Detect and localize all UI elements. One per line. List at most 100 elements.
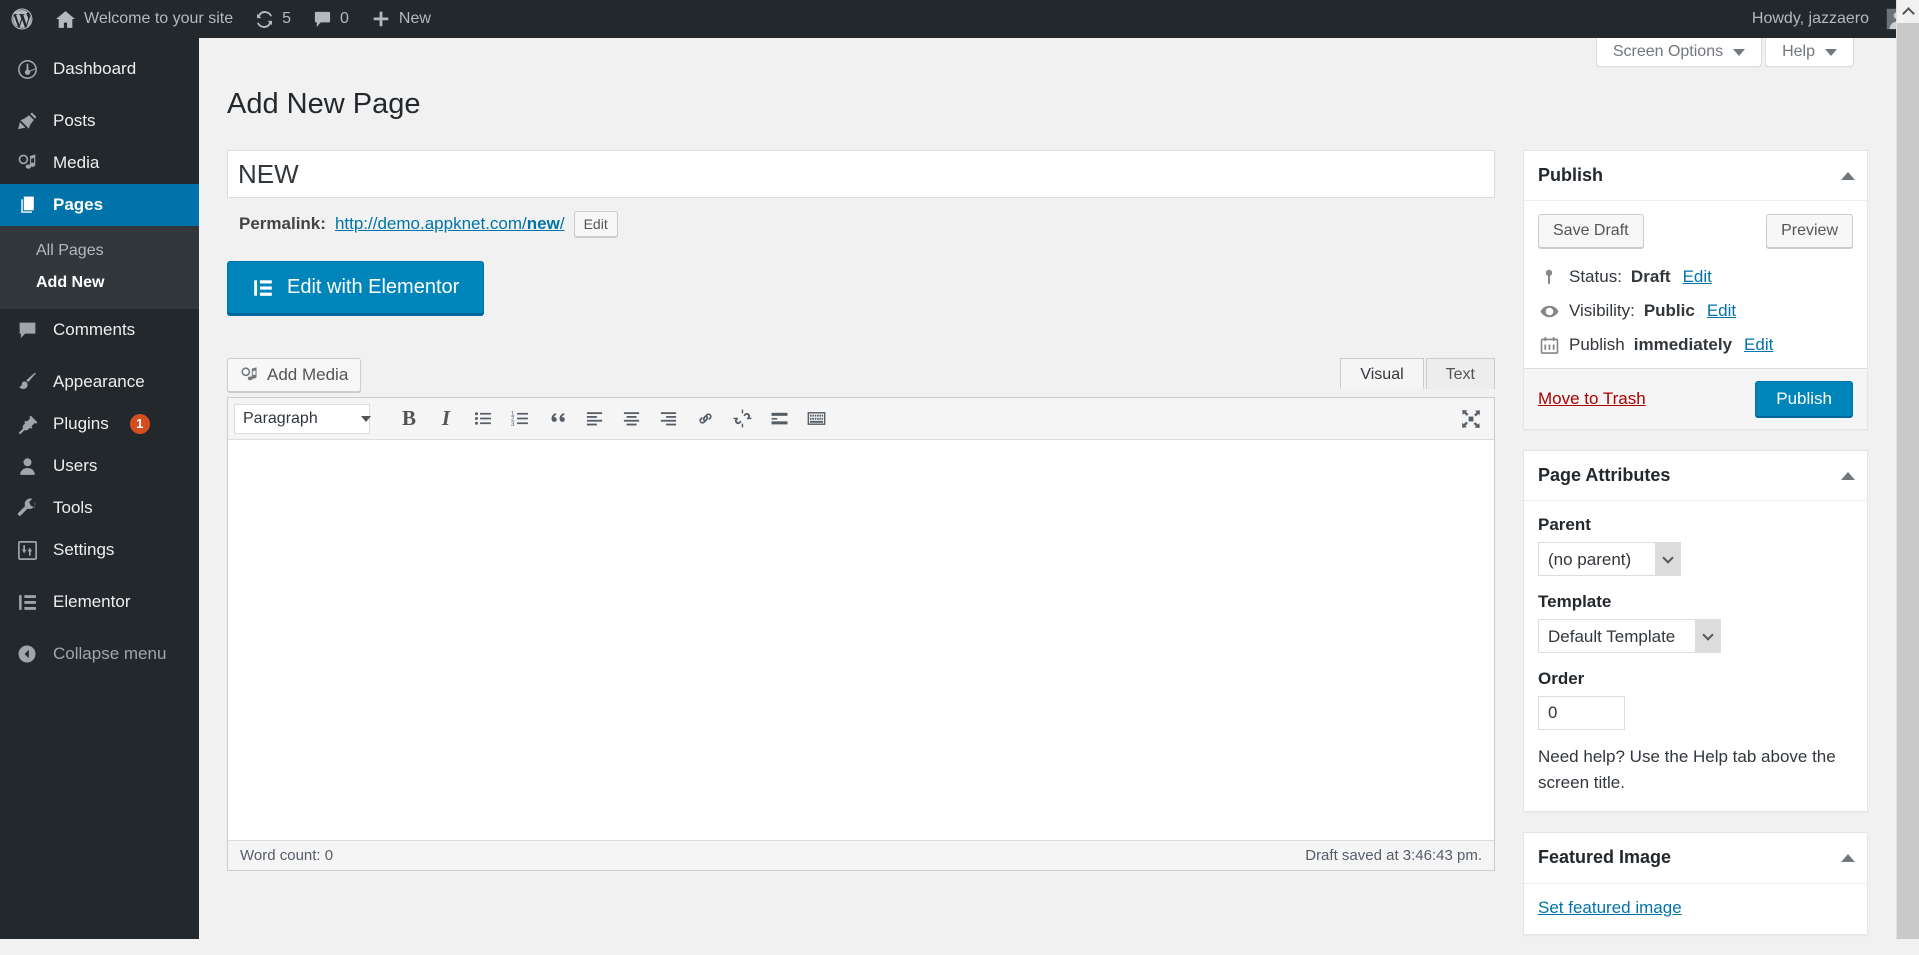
edit-permalink-button[interactable]: Edit xyxy=(573,211,618,237)
fullscreen-icon[interactable] xyxy=(1454,404,1488,434)
bold-icon[interactable]: B xyxy=(392,404,426,434)
menu-separator-3 xyxy=(0,571,199,581)
sidebar-item-label: Tools xyxy=(53,498,93,517)
sidebar-item-plugins[interactable]: Plugins 1 xyxy=(0,403,199,445)
menu-order-input[interactable] xyxy=(1538,696,1625,731)
featured-image-header: Featured Image xyxy=(1524,833,1867,884)
site-name-menu[interactable]: Welcome to your site xyxy=(44,0,244,38)
postbox-container: Publish Save Draft Preview Status: Draft… xyxy=(1523,150,1868,955)
word-count: Word count: 0 xyxy=(240,847,334,864)
chevron-up-icon[interactable] xyxy=(1841,853,1855,862)
page-attributes-help-note: Need help? Use the Help tab above the sc… xyxy=(1538,747,1836,792)
sidebar-item-label: Posts xyxy=(53,111,96,130)
chevron-up-icon[interactable] xyxy=(1841,471,1855,480)
sidebar-item-media[interactable]: Media xyxy=(0,142,199,184)
wp-logo-menu[interactable] xyxy=(0,0,44,38)
add-media-button[interactable]: Add Media xyxy=(227,358,362,392)
sidebar-item-all-pages[interactable]: All Pages xyxy=(0,235,199,267)
unlink-icon[interactable] xyxy=(725,404,759,434)
sidebar-item-users[interactable]: Users xyxy=(0,445,199,487)
edit-visibility-link[interactable]: Edit xyxy=(1707,301,1736,321)
pin-icon xyxy=(15,111,39,132)
calendar-icon xyxy=(1538,336,1560,355)
sidebar-item-label: Elementor xyxy=(53,592,131,611)
link-icon[interactable] xyxy=(688,404,722,434)
home-icon xyxy=(55,9,76,30)
draft-saved-status: Draft saved at 3:46:43 pm. xyxy=(1305,847,1482,864)
elementor-icon xyxy=(15,592,39,613)
align-center-icon[interactable] xyxy=(614,404,648,434)
post-visibility-value: Public xyxy=(1643,301,1695,321)
template-label: Template xyxy=(1538,592,1612,612)
post-visibility-label: Visibility: xyxy=(1569,301,1635,321)
move-to-trash-link[interactable]: Move to Trash xyxy=(1538,389,1646,409)
toolbar-toggle-icon[interactable] xyxy=(799,404,833,434)
sidebar-item-comments[interactable]: Comments xyxy=(0,309,199,351)
sidebar-item-posts[interactable]: Posts xyxy=(0,100,199,142)
post-body-content: Permalink: http://demo.appknet.com/new/ … xyxy=(227,150,1495,314)
scrollbar-thumb[interactable] xyxy=(1897,23,1919,939)
preview-button[interactable]: Preview xyxy=(1766,214,1853,249)
sidebar-item-dashboard[interactable]: Dashboard xyxy=(0,48,199,90)
sidebar-item-add-new-page[interactable]: Add New xyxy=(0,267,199,299)
screen-options-toggle[interactable]: Screen Options xyxy=(1595,38,1763,67)
updates-menu[interactable]: 5 xyxy=(244,0,302,38)
tab-visual[interactable]: Visual xyxy=(1340,358,1424,389)
permalink-link[interactable]: http://demo.appknet.com/new/ xyxy=(335,214,565,234)
blockquote-icon[interactable] xyxy=(540,404,574,434)
media-icon xyxy=(240,366,259,385)
parent-select[interactable]: (no parent) xyxy=(1538,542,1681,577)
chevron-up-icon[interactable] xyxy=(1841,171,1855,180)
sidebar-item-settings[interactable]: Settings xyxy=(0,529,199,571)
featured-image-metabox: Featured Image Set featured image xyxy=(1523,832,1868,935)
featured-image-body: Set featured image xyxy=(1524,884,1867,934)
publish-button[interactable]: Publish xyxy=(1755,381,1853,418)
menu-separator-1 xyxy=(0,90,199,100)
screen-options-label: Screen Options xyxy=(1612,43,1724,60)
sidebar-item-label: Settings xyxy=(53,540,115,559)
template-field-group: Template Default Template xyxy=(1538,592,1853,654)
edit-publish-date-link[interactable]: Edit xyxy=(1744,335,1773,355)
sidebar-item-appearance[interactable]: Appearance xyxy=(0,361,199,403)
template-select[interactable]: Default Template xyxy=(1538,619,1721,654)
italic-icon[interactable]: I xyxy=(429,404,463,434)
collapse-menu-button[interactable]: Collapse menu xyxy=(0,633,199,675)
editor-container: Paragraph B I 123 Word count: 0 Draft sa… xyxy=(227,397,1495,871)
page-scrollbar[interactable] xyxy=(1896,0,1919,939)
save-draft-button[interactable]: Save Draft xyxy=(1538,214,1644,249)
media-icon xyxy=(15,153,39,174)
read-more-icon[interactable] xyxy=(762,404,796,434)
set-featured-image-link[interactable]: Set featured image xyxy=(1538,898,1682,917)
admin-bar-right: Howdy, jazzaero xyxy=(1741,0,1919,38)
admin-bar: Welcome to your site 5 0 New Howdy, jazz… xyxy=(0,0,1919,38)
sidebar-item-label: Users xyxy=(53,456,98,475)
chevron-down-icon xyxy=(1825,48,1837,56)
align-right-icon[interactable] xyxy=(651,404,685,434)
edit-status-link[interactable]: Edit xyxy=(1683,267,1712,287)
order-label: Order xyxy=(1538,669,1585,689)
permalink-suffix: / xyxy=(559,214,565,233)
scrollbar-up-button[interactable] xyxy=(1897,0,1919,23)
align-left-icon[interactable] xyxy=(577,404,611,434)
comment-icon xyxy=(15,320,39,341)
sidebar-item-elementor[interactable]: Elementor xyxy=(0,581,199,623)
editor-content-body[interactable] xyxy=(228,440,1494,840)
my-account-menu[interactable]: Howdy, jazzaero xyxy=(1741,0,1919,38)
sidebar-item-label: Plugins xyxy=(53,414,109,433)
parent-field-group: Parent (no parent) xyxy=(1538,515,1853,577)
sidebar-item-pages[interactable]: Pages xyxy=(0,184,207,226)
edit-with-elementor-button[interactable]: Edit with Elementor xyxy=(227,261,485,314)
help-toggle[interactable]: Help xyxy=(1765,38,1854,67)
pages-icon xyxy=(15,195,39,216)
sidebar-item-tools[interactable]: Tools xyxy=(0,487,199,529)
paragraph-format-select[interactable]: Paragraph xyxy=(234,403,370,434)
tab-text[interactable]: Text xyxy=(1425,358,1495,389)
bulleted-list-icon[interactable] xyxy=(466,404,500,434)
comments-menu[interactable]: 0 xyxy=(302,0,360,38)
chevron-up-icon xyxy=(1901,6,1915,20)
screen-meta-links: Screen Options Help xyxy=(1595,38,1854,67)
new-content-menu[interactable]: New xyxy=(360,0,442,38)
numbered-list-icon[interactable]: 123 xyxy=(503,404,537,434)
post-status-label: Status: xyxy=(1569,267,1622,287)
post-title-input[interactable] xyxy=(227,150,1495,198)
